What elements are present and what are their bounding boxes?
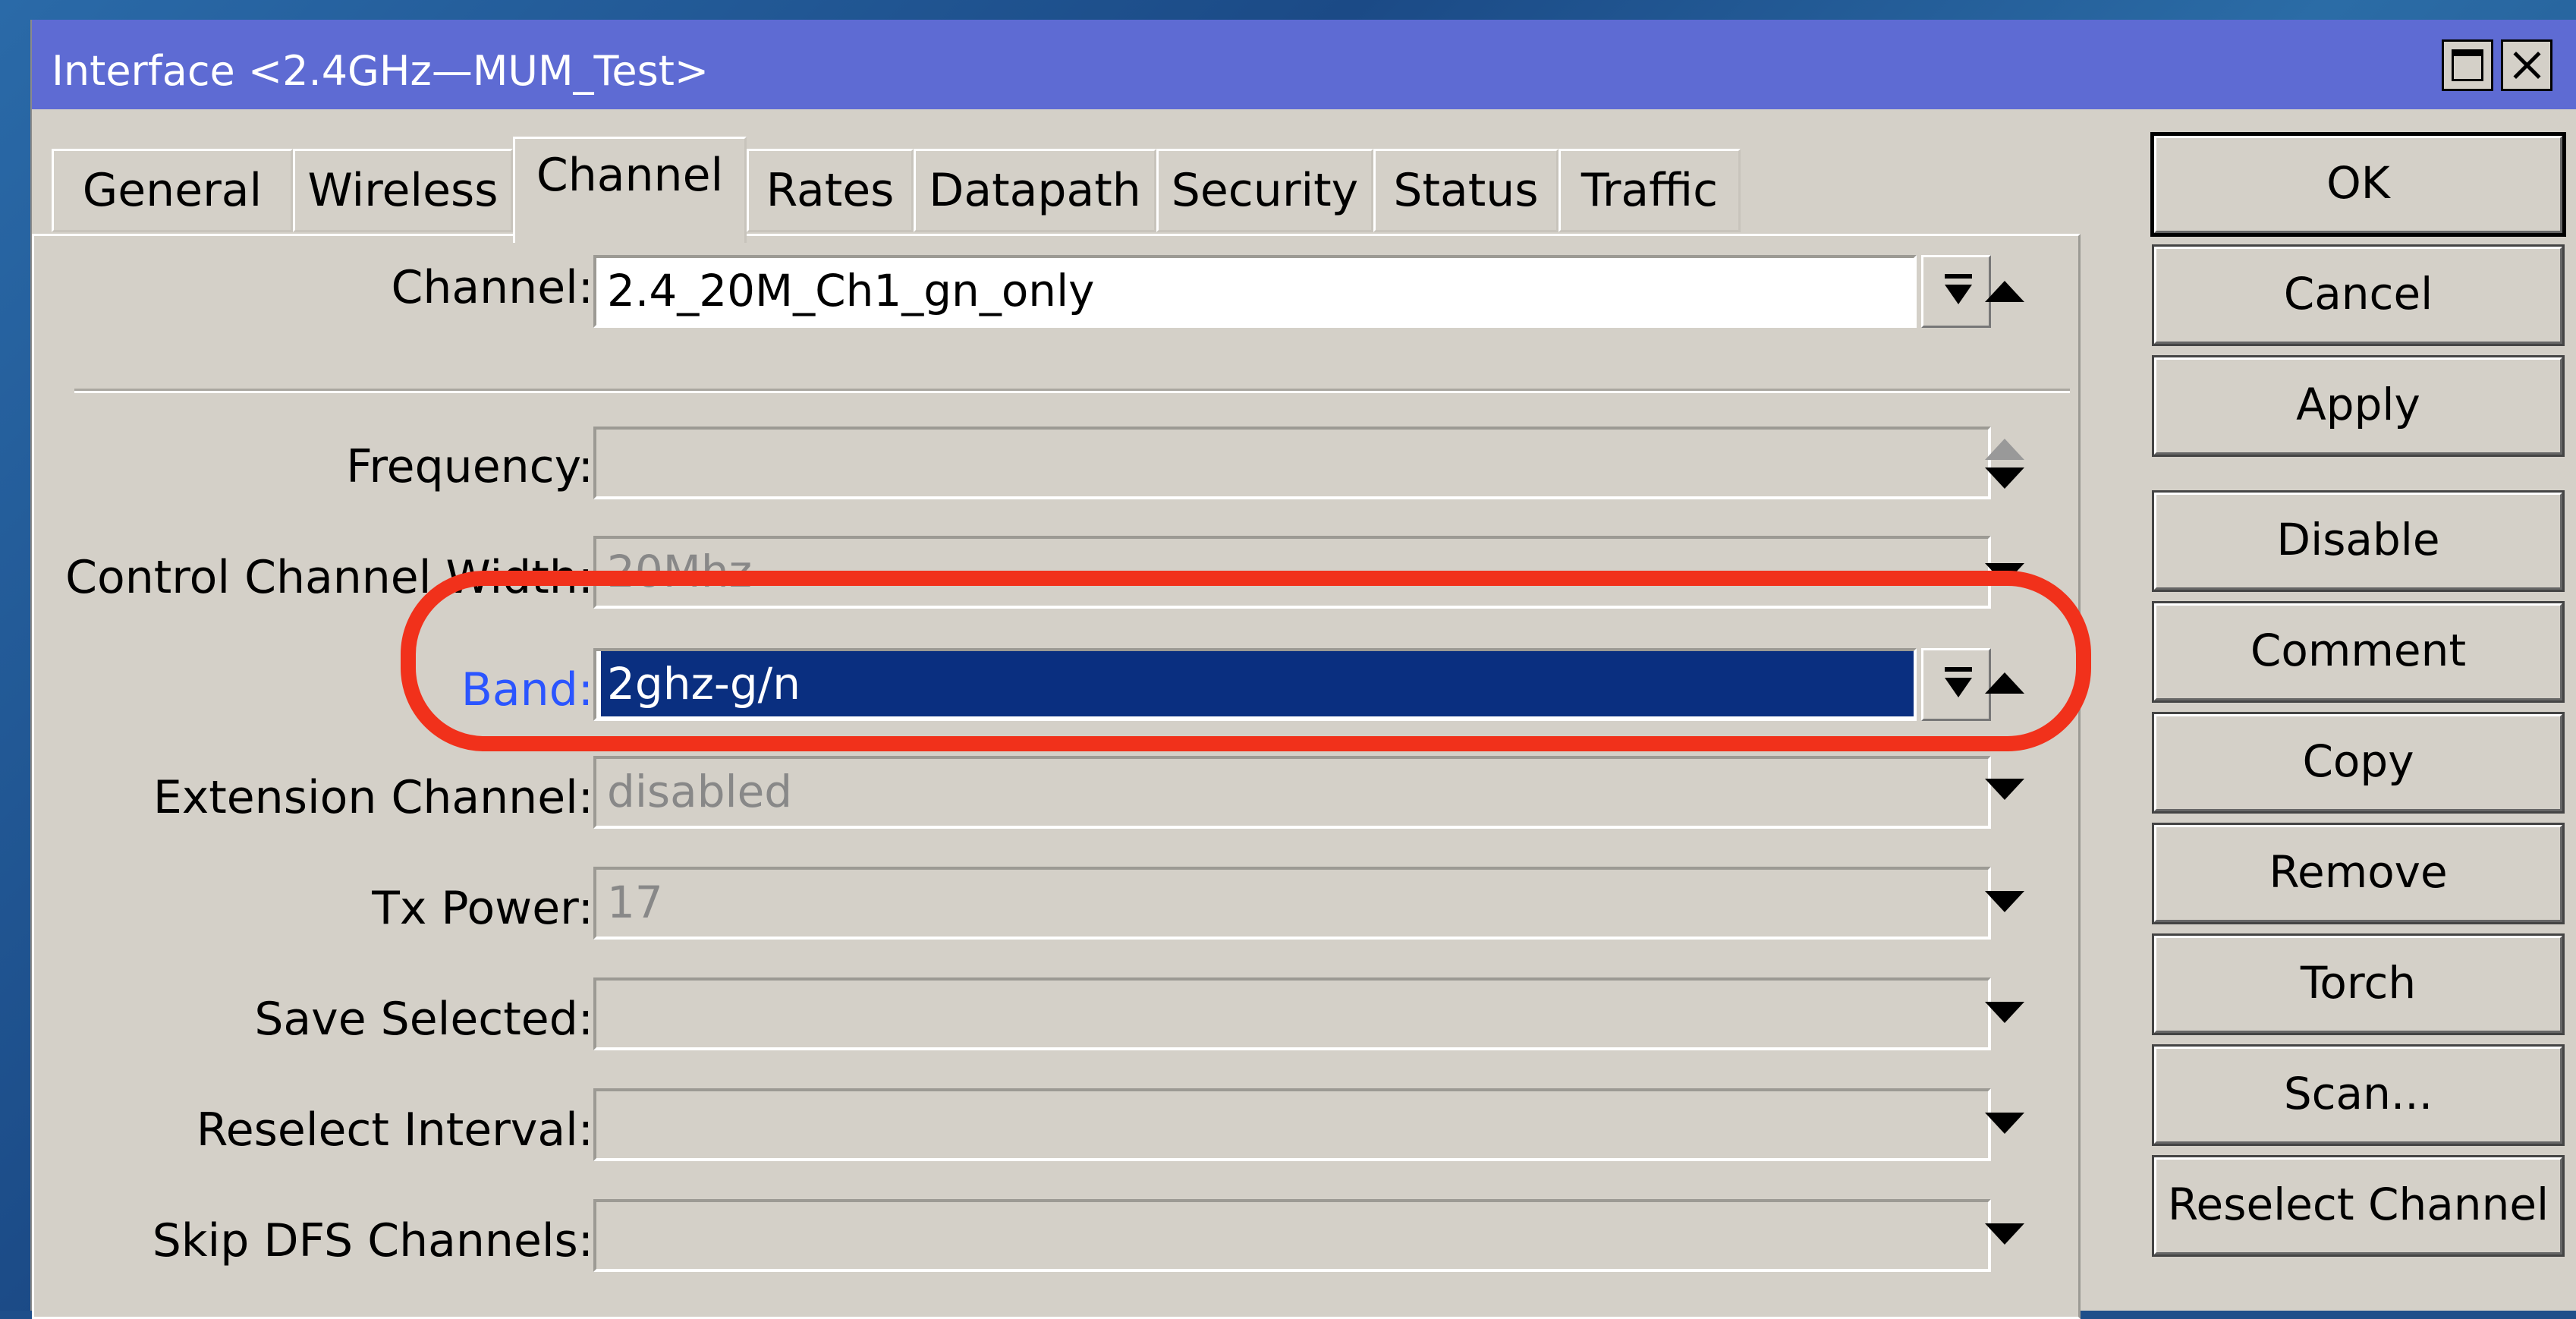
disable-button[interactable]: Disable (2152, 490, 2565, 592)
collapse-arrow-icon[interactable] (1985, 281, 2024, 302)
remove-button[interactable]: Remove (2152, 823, 2565, 924)
reselect-channel-button[interactable]: Reselect Channel (2152, 1155, 2565, 1257)
comment-button[interactable]: Comment (2152, 601, 2565, 703)
channel-label: Channel: (391, 261, 593, 314)
interface-window: Interface <2.4GHz—MUM_Test> General Wire… (30, 20, 2576, 1319)
frequency-field[interactable] (593, 427, 1991, 499)
tab-channel[interactable]: Channel (513, 137, 747, 243)
skip-dfs-channels-field[interactable] (593, 1199, 1991, 1272)
tab-status[interactable]: Status (1373, 149, 1558, 232)
window-title: Interface <2.4GHz—MUM_Test> (52, 47, 709, 95)
torch-button[interactable]: Torch (2152, 933, 2565, 1035)
save-selected-label: Save Selected: (254, 993, 593, 1046)
spin-up-icon[interactable] (1985, 439, 2024, 460)
band-value: 2ghz-g/n (601, 651, 1914, 716)
band-field[interactable]: 2ghz-g/n (593, 648, 1917, 721)
tab-traffic[interactable]: Traffic (1558, 149, 1741, 232)
channel-field[interactable]: 2.4_20M_Ch1_gn_only (593, 255, 1917, 328)
band-label: Band: (461, 663, 593, 716)
divider (74, 389, 2070, 393)
spin-down-icon[interactable] (1985, 467, 2024, 489)
tab-rates[interactable]: Rates (747, 149, 914, 232)
expand-arrow-icon[interactable] (1985, 779, 2024, 800)
collapse-arrow-icon[interactable] (1985, 672, 2024, 694)
control-channel-width-field[interactable]: 20Mhz (593, 536, 1991, 609)
tx-power-label: Tx Power: (372, 882, 593, 935)
expand-arrow-icon[interactable] (1985, 563, 2024, 584)
expand-arrow-icon[interactable] (1985, 1113, 2024, 1134)
channel-dropdown-button[interactable] (1921, 255, 1991, 328)
close-icon[interactable] (2501, 39, 2552, 91)
copy-button[interactable]: Copy (2152, 712, 2565, 814)
expand-arrow-icon[interactable] (1985, 1223, 2024, 1245)
tab-datapath[interactable]: Datapath (914, 149, 1156, 232)
band-dropdown-button[interactable] (1921, 648, 1991, 721)
title-bar[interactable]: Interface <2.4GHz—MUM_Test> (32, 20, 2576, 109)
tx-power-field[interactable]: 17 (593, 867, 1991, 940)
tab-strip: General Wireless Channel Rates Datapath … (32, 109, 2111, 243)
expand-arrow-icon[interactable] (1985, 891, 2024, 912)
tab-security[interactable]: Security (1156, 149, 1373, 232)
apply-button[interactable]: Apply (2152, 355, 2565, 457)
control-channel-width-label: Control Channel Width: (65, 551, 593, 604)
reselect-interval-label: Reselect Interval: (196, 1103, 593, 1157)
ok-button[interactable]: OK (2150, 132, 2566, 237)
maximize-icon[interactable] (2442, 39, 2493, 91)
extension-channel-field[interactable]: disabled (593, 756, 1991, 829)
tab-general[interactable]: General (52, 149, 293, 232)
cancel-button[interactable]: Cancel (2152, 244, 2565, 346)
frequency-label: Frequency: (346, 440, 593, 493)
reselect-interval-field[interactable] (593, 1088, 1991, 1161)
scan-button[interactable]: Scan... (2152, 1044, 2565, 1146)
tab-wireless[interactable]: Wireless (293, 149, 513, 232)
expand-arrow-icon[interactable] (1985, 1002, 2024, 1023)
skip-dfs-channels-label: Skip DFS Channels: (152, 1214, 593, 1267)
save-selected-field[interactable] (593, 977, 1991, 1050)
extension-channel-label: Extension Channel: (153, 771, 593, 824)
